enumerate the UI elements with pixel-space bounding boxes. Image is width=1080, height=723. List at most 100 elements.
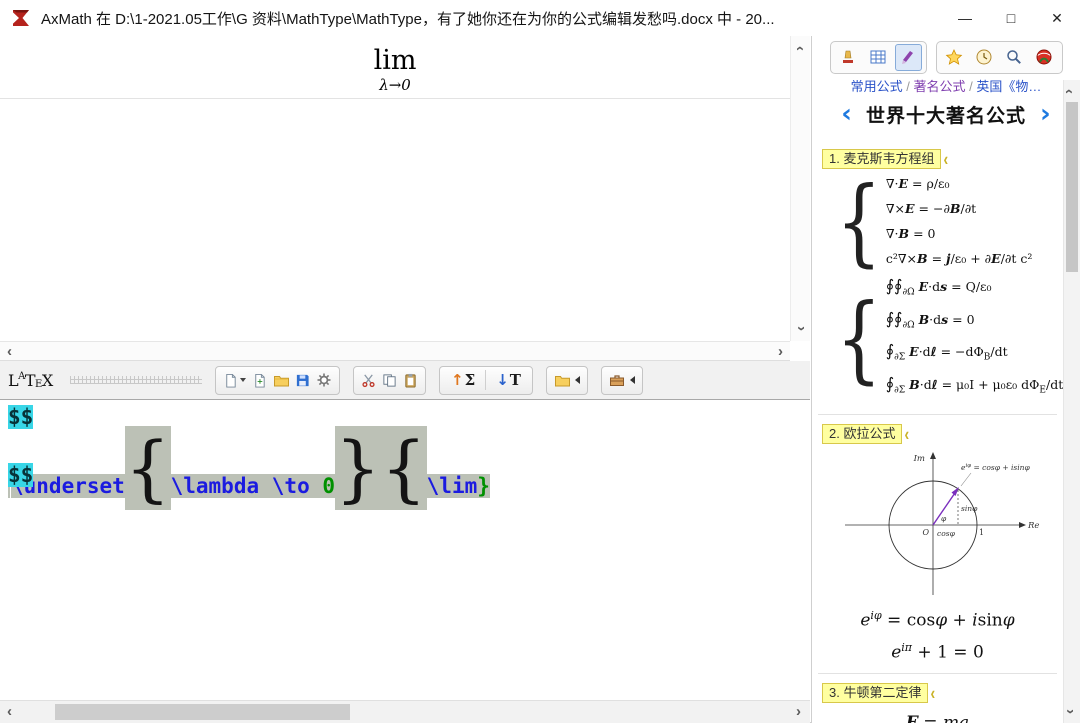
favorites-button[interactable] [941, 44, 968, 71]
phi-angle-label: φ [941, 514, 947, 523]
latex-token: $$ [8, 463, 33, 487]
tag-label[interactable]: 2. 欧拉公式 [822, 424, 902, 444]
scroll-right-icon[interactable]: › [778, 344, 783, 359]
sidebar-scrollbar[interactable]: ‹ ‹ [1063, 80, 1080, 723]
search-button[interactable] [1001, 44, 1028, 71]
new-document-button[interactable] [249, 368, 270, 392]
scroll-left-icon[interactable]: ‹ [7, 704, 12, 719]
scroll-right-icon[interactable]: › [796, 704, 801, 719]
maximize-button[interactable]: □ [988, 0, 1034, 36]
scroll-up-icon[interactable]: ‹ [793, 46, 808, 51]
tab-separator: / [903, 79, 914, 94]
dropdown-left-icon [575, 376, 580, 384]
next-collection-button[interactable]: › [1040, 101, 1051, 127]
preview-page-divider [0, 98, 790, 99]
latex-token: 0 [322, 474, 335, 498]
euler-circle-diagram[interactable]: Im Re O 1 φ cosφ sinφ eiφ = cosφ + isinφ [833, 449, 1043, 599]
folder-icon [554, 372, 570, 388]
main-horizontal-scrollbar[interactable]: ‹ › [0, 700, 810, 723]
symbols-toolbox-button[interactable] [601, 366, 643, 395]
logo-letter: X [42, 371, 53, 390]
axmath-window: AxMath 在 D:\1-2021.05工作\G 资料\MathType\Ma… [0, 0, 1080, 723]
copy-icon [382, 373, 397, 388]
document-icon [223, 373, 238, 388]
paste-icon [403, 373, 418, 388]
latex-token: { [125, 426, 171, 510]
scissors-icon [361, 373, 376, 388]
close-button[interactable]: ✕ [1034, 0, 1080, 36]
table-button[interactable] [865, 44, 892, 71]
formula-item[interactable]: F = ma [812, 713, 1063, 723]
scroll-down-icon[interactable]: ‹ [793, 326, 808, 331]
formula-item[interactable]: eiφ = cosφ + isinφ [812, 609, 1063, 631]
to-formula-button[interactable]: ↑ Σ [444, 368, 482, 392]
maxwell-equation: ∇·E = ρ/ε₀ [886, 171, 1033, 196]
formula-preview-pane[interactable]: lim λ→0 [0, 36, 790, 341]
formula-limit-subscript: λ→0 [0, 76, 790, 94]
settings-button[interactable] [313, 368, 335, 392]
maxwell-equation: c²∇×B = j/ε₀ + ∂E/∂t c² [886, 246, 1033, 271]
toolbar-grip [70, 376, 202, 384]
latex-toolbar: L A T E X [0, 361, 810, 400]
clipboard-button-group [353, 366, 426, 395]
file-button-group [215, 366, 340, 395]
stamp-button[interactable] [835, 44, 862, 71]
marker-button[interactable] [895, 44, 922, 71]
prev-collection-button[interactable]: ‹ [841, 101, 852, 127]
latex-token: } [477, 474, 490, 498]
save-button[interactable] [292, 368, 313, 392]
tab-separator: / [966, 79, 977, 94]
insert-template-button[interactable] [220, 368, 249, 392]
sidebar-tabs: 常用公式 / 著名公式 / 英国《物… [812, 78, 1080, 96]
maxwell-equation: ∇·B = 0 [886, 221, 1033, 246]
scrollbar-thumb[interactable] [1066, 102, 1078, 272]
formula-folder-button[interactable] [546, 366, 588, 395]
sin-label: sinφ [961, 504, 978, 513]
cut-button[interactable] [358, 368, 379, 392]
window-controls: — □ ✕ [942, 0, 1080, 36]
scroll-left-icon[interactable]: ‹ [7, 344, 12, 359]
scroll-up-icon[interactable]: ‹ [1062, 89, 1077, 94]
formula-item[interactable]: eiπ + 1 = 0 [812, 641, 1063, 663]
tag-label[interactable]: 3. 牛顿第二定律 [822, 683, 928, 703]
latex-token: \lim [427, 474, 478, 498]
maxwell-equation: ∮∂Σ B·dℓ = μ₀I + μ₀ε₀ dΦE/dt [886, 371, 1063, 404]
unit-label: 1 [979, 528, 984, 537]
open-file-button[interactable] [270, 368, 292, 392]
scroll-down-icon[interactable]: ‹ [1062, 709, 1077, 714]
scrollbar-thumb[interactable] [55, 704, 350, 720]
latex-source: $$\underset{\lambda \to 0}{\lim}$$ [8, 403, 810, 490]
copy-button[interactable] [379, 368, 400, 392]
title-bar: AxMath 在 D:\1-2021.05工作\G 资料\MathType\Ma… [0, 0, 1080, 36]
maxwell-differential-formula[interactable]: { ∇·E = ρ/ε₀∇×E = −∂B/∂t∇·B = 0c²∇×B = j… [836, 171, 1063, 271]
preview-vertical-scrollbar[interactable]: ‹ ‹ [790, 36, 810, 341]
sidebar-tab[interactable]: 常用公式 [851, 79, 903, 94]
im-axis-label: Im [912, 454, 924, 464]
online-library-button[interactable] [1031, 44, 1058, 71]
point-label: eiφ = cosφ + isinφ [961, 463, 1030, 472]
maxwell-integral-formula[interactable]: { ∮∮∂Ω E·ds = Q/ε₀∮∮∂Ω B·ds = 0∮∂Σ E·dℓ … [836, 273, 1063, 403]
tag-tail-icon: ‹ [930, 683, 935, 704]
logo-letter: A [18, 371, 25, 382]
marker-icon [899, 48, 917, 66]
clock-icon [975, 48, 993, 66]
sidebar-tab[interactable]: 英国《物… [976, 79, 1041, 94]
formula-list: 1. 麦克斯韦方程组 ‹ { ∇·E = ρ/ε₀∇×E = −∂B/∂t∇·B… [812, 140, 1063, 723]
formula-library-panel: 常用公式 / 著名公式 / 英国《物… ‹ 世界十大著名公式 › 1. 麦克斯韦… [811, 36, 1080, 723]
minimize-button[interactable]: — [942, 0, 988, 36]
toolbox-menu[interactable] [606, 368, 638, 392]
brace-decoration: { [836, 290, 882, 385]
star-icon [945, 48, 963, 66]
sidebar-tab[interactable]: 著名公式 [913, 79, 965, 94]
section-tag-newton[interactable]: 3. 牛顿第二定律 ‹ [822, 683, 1063, 703]
section-tag-euler[interactable]: 2. 欧拉公式 ‹ [822, 424, 1063, 444]
to-text-button[interactable]: ↓ T [489, 368, 528, 392]
tag-tail-icon: ‹ [904, 424, 909, 445]
paste-button[interactable] [400, 368, 421, 392]
latex-source-editor[interactable]: $$\underset{\lambda \to 0}{\lim}$$ [0, 400, 810, 700]
dropdown-left-icon [630, 376, 635, 384]
history-button[interactable] [971, 44, 998, 71]
folder-menu[interactable] [551, 368, 583, 392]
preview-horizontal-scrollbar[interactable]: ‹ › [0, 341, 790, 361]
save-icon [295, 373, 310, 388]
